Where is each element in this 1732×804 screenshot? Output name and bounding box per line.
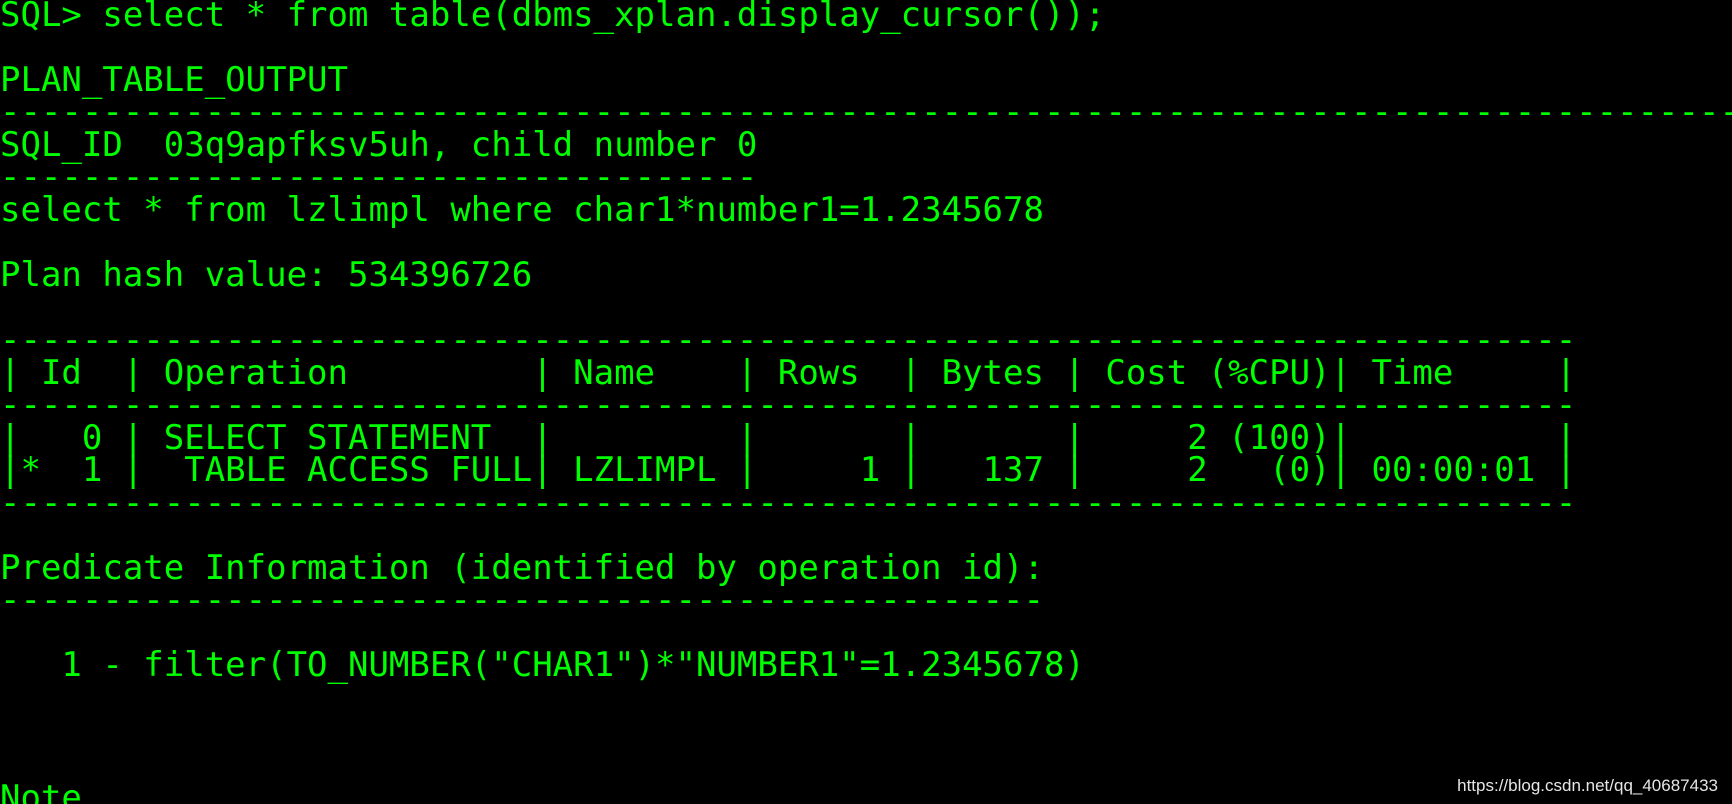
predicate-filter-line: 1 - filter(TO_NUMBER("CHAR1")*"NUMBER1"=… — [0, 645, 1085, 685]
sql-text-line: select * from lzlimpl where char1*number… — [0, 190, 1044, 230]
terminal-window[interactable]: SQL> select * from table(dbms_xplan.disp… — [0, 0, 1732, 804]
separator-line: ----------------------------------------… — [0, 580, 1044, 620]
watermark-text: https://blog.csdn.net/qq_40687433 — [1457, 776, 1718, 795]
note-heading: Note — [0, 778, 82, 804]
plan-table-bottom-border: ----------------------------------------… — [0, 483, 1577, 523]
plan-hash-line: Plan hash value: 534396726 — [0, 255, 533, 295]
sql-command-line: SQL> select * from table(dbms_xplan.disp… — [0, 0, 1106, 35]
